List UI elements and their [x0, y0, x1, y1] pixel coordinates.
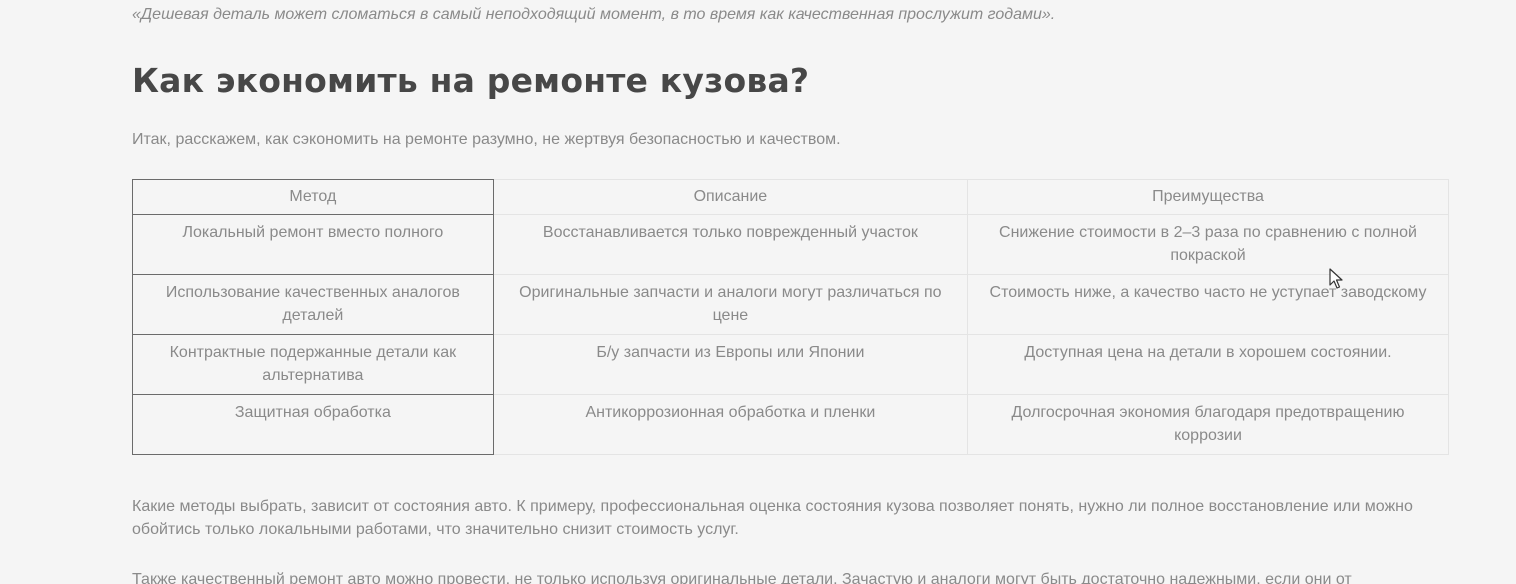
table-cell-method: Защитная обработка	[132, 394, 494, 455]
table-row: Локальный ремонт вместо полного Восстана…	[132, 214, 1449, 275]
table-cell-advantages: Долгосрочная экономия благодаря предотвр…	[967, 394, 1449, 455]
body-paragraph: Также качественный ремонт авто можно про…	[132, 571, 1352, 584]
table-cell-advantages: Доступная цена на детали в хорошем состо…	[967, 334, 1449, 395]
table-cell-description: Б/у запчасти из Европы или Японии	[492, 334, 969, 395]
header-method: Метод	[132, 179, 494, 215]
table-cell-advantages: Снижение стоимости в 2–3 раза по сравнен…	[967, 214, 1449, 275]
table-cell-method: Использование качественных аналогов дета…	[132, 274, 494, 335]
table-row: Защитная обработка Антикоррозионная обра…	[132, 394, 1449, 455]
table-cell-method: Локальный ремонт вместо полного	[132, 214, 494, 275]
methods-table: Метод Описание Преимущества Локальный ре…	[132, 179, 1449, 455]
table-cell-description: Оригинальные запчасти и аналоги могут ра…	[492, 274, 969, 335]
table-cell-description: Антикоррозионная обработка и пленки	[492, 394, 969, 455]
header-description: Описание	[492, 179, 969, 215]
table-row: Использование качественных аналогов дета…	[132, 274, 1449, 335]
table-cell-description: Восстанавливается только поврежденный уч…	[492, 214, 969, 275]
article-quote: «Дешевая деталь может сломаться в самый …	[132, 6, 1056, 23]
header-advantages: Преимущества	[967, 179, 1449, 215]
section-heading: Как экономить на ремонте кузова?	[132, 61, 810, 100]
article-content: «Дешевая деталь может сломаться в самый …	[132, 0, 1449, 584]
mouse-pointer-icon	[1329, 268, 1343, 289]
table-row: Контрактные подержанные детали как альте…	[132, 334, 1449, 395]
body-paragraph: Какие методы выбрать, зависит от состоян…	[132, 498, 1413, 538]
table-cell-advantages: Стоимость ниже, а качество часто не усту…	[967, 274, 1449, 335]
table-cell-method: Контрактные подержанные детали как альте…	[132, 334, 494, 395]
intro-paragraph: Итак, расскажем, как сэкономить на ремон…	[132, 131, 841, 148]
table-header-row: Метод Описание Преимущества	[132, 179, 1449, 215]
